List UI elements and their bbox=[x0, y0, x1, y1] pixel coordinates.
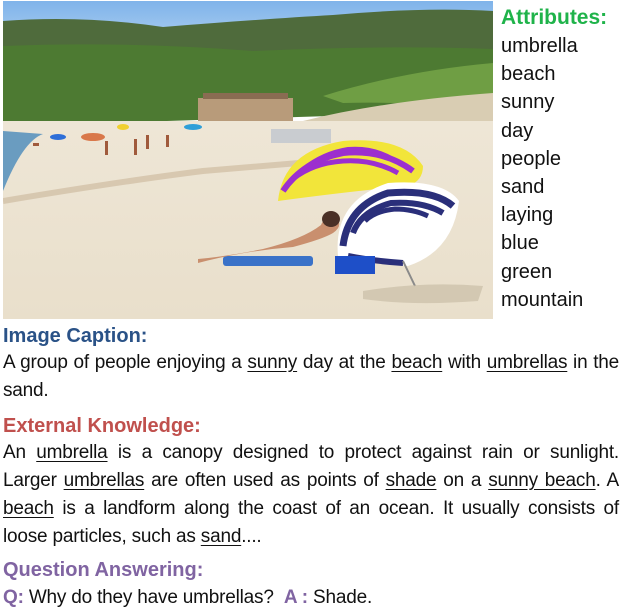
image-caption-title: Image Caption: bbox=[3, 325, 148, 347]
text-segment: .... bbox=[241, 526, 262, 547]
attribute-item: mountain bbox=[501, 288, 584, 311]
attribute-item: beach bbox=[501, 63, 556, 86]
keyword-underlined: umbrella bbox=[36, 442, 108, 463]
attributes-title: Attributes: bbox=[501, 6, 608, 29]
question-answering-section: Question Answering: Q: Why do they have … bbox=[3, 557, 619, 612]
question-answering-title: Question Answering: bbox=[3, 559, 204, 581]
question-text: Why do they have umbrellas? bbox=[28, 587, 274, 608]
text-segment: on a bbox=[436, 470, 489, 491]
external-knowledge-section: External Knowledge: An umbrella is a can… bbox=[3, 413, 619, 551]
external-knowledge-title: External Knowledge: bbox=[3, 415, 201, 437]
text-segment: An bbox=[3, 442, 37, 463]
qa-line: Q: Why do they have umbrellas? A : Shade… bbox=[3, 584, 619, 612]
attribute-item: blue bbox=[501, 232, 539, 255]
image-caption-section: Image Caption: A group of people enjoyin… bbox=[3, 323, 619, 405]
attributes-panel: Attributes: umbrella beach sunny day people s… bbox=[501, 4, 622, 314]
text-segment: A group of people enjoying a bbox=[3, 352, 248, 373]
attribute-item: sunny bbox=[501, 91, 555, 114]
text-segment: are often used as points of bbox=[144, 470, 386, 491]
attribute-item: people bbox=[501, 147, 562, 170]
keyword-underlined: beach bbox=[3, 498, 54, 519]
external-knowledge-text: An umbrella is a canopy designed to prot… bbox=[3, 439, 619, 551]
attribute-item: umbrella bbox=[501, 35, 578, 57]
boat bbox=[271, 129, 331, 143]
attribute-item: laying bbox=[501, 204, 554, 227]
attribute-item: sand bbox=[501, 176, 545, 199]
keyword-underlined: sunny beach bbox=[488, 470, 596, 491]
text-segment: . A bbox=[595, 470, 620, 491]
answer-label: A : bbox=[283, 587, 308, 608]
text-segment: is a landform along the coast of an ocea… bbox=[3, 498, 619, 547]
attribute-item: green bbox=[501, 260, 553, 283]
beach-photo bbox=[3, 1, 493, 319]
keyword-underlined: umbrellas bbox=[63, 470, 145, 491]
question-label: Q: bbox=[3, 587, 24, 608]
text-segment: day at the bbox=[297, 352, 392, 373]
keyword-underlined: umbrellas bbox=[486, 352, 568, 373]
keyword-underlined: sand bbox=[200, 526, 242, 547]
beach-photo-illustration bbox=[3, 1, 493, 319]
attribute-item: day bbox=[501, 119, 534, 142]
image-caption-text: A group of people enjoying a sunny day a… bbox=[3, 349, 619, 405]
attributes-list: umbrella beach sunny day people sand laying blu… bbox=[501, 32, 622, 314]
text-segment: with bbox=[442, 352, 487, 373]
beach-bar bbox=[198, 98, 293, 121]
answer-text: Shade. bbox=[313, 587, 373, 608]
keyword-underlined: sunny bbox=[247, 352, 298, 373]
keyword-underlined: beach bbox=[391, 352, 443, 373]
keyword-underlined: shade bbox=[385, 470, 437, 491]
